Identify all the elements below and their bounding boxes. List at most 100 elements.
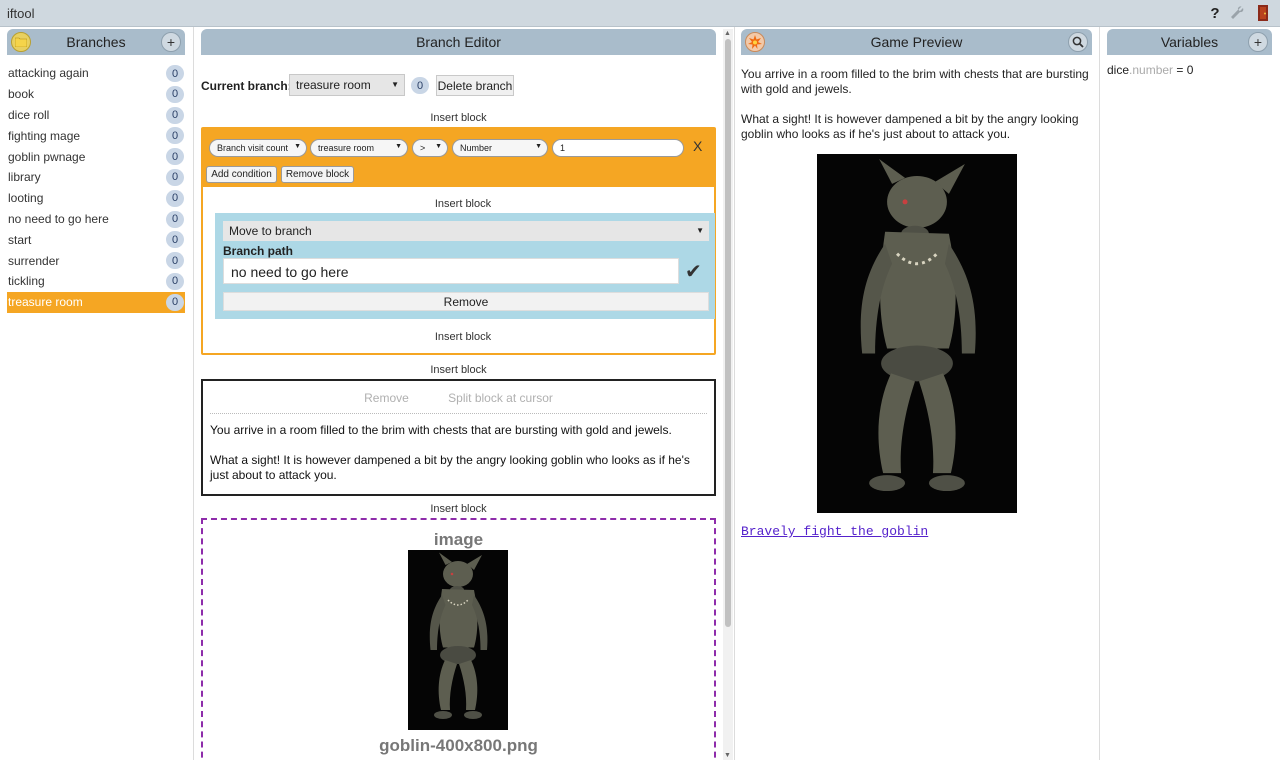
branch-item-label: no need to go here	[8, 211, 109, 226]
scroll-up-icon[interactable]: ▲	[724, 30, 731, 37]
paragraph: What a sight! It is however dampened a b…	[210, 453, 690, 482]
choice-link[interactable]: Bravely fight the goblin	[741, 524, 928, 539]
insert-block-link[interactable]: Insert block	[203, 198, 723, 210]
branch-path-input[interactable]: no need to go here	[223, 258, 679, 284]
branch-item-label: attacking again	[8, 66, 89, 81]
divider	[210, 413, 707, 414]
branch-item[interactable]: looting 0	[7, 188, 185, 209]
branch-item[interactable]: surrender 0	[7, 250, 185, 271]
current-branch-select[interactable]: treasure room ▼	[289, 74, 405, 96]
branch-visit-count: 0	[166, 210, 184, 228]
current-branch-count: 0	[411, 77, 429, 94]
variables-panel: Variables + dice.number = 0	[1100, 27, 1280, 760]
caret-down-icon: ▼	[696, 226, 704, 235]
action-type-select[interactable]: Move to branch ▼	[223, 221, 709, 241]
branch-editor-panel: Branch Editor Current branch: treasure r…	[194, 27, 735, 760]
caret-down-icon: ▼	[391, 80, 399, 89]
condition-value-type-select[interactable]: Number ▼	[452, 139, 548, 157]
condition-type-value: Branch visit count	[217, 143, 289, 153]
insert-block-link[interactable]: Insert block	[194, 112, 723, 124]
scrollbar-thumb[interactable]	[725, 39, 731, 627]
explosion-icon[interactable]	[745, 32, 765, 52]
text-block: Remove Split block at cursor You arrive …	[201, 379, 716, 496]
goblin-image-thumbnail[interactable]	[408, 550, 508, 730]
door-exit-icon[interactable]	[1255, 4, 1271, 22]
text-block-toolbar: Remove Split block at cursor	[203, 391, 714, 405]
checkmark-icon[interactable]: ✔	[685, 259, 702, 284]
condition-type-select[interactable]: Branch visit count ▼	[209, 139, 307, 157]
remove-action-button[interactable]: Remove	[223, 292, 709, 311]
wrench-icon[interactable]	[1228, 4, 1246, 22]
branch-item[interactable]: book 0	[7, 84, 185, 105]
branch-path-label: Branch path	[223, 244, 294, 258]
add-variable-button[interactable]: +	[1248, 32, 1268, 52]
scroll-down-icon[interactable]: ▼	[724, 752, 731, 759]
condition-operator-select[interactable]: > ▼	[412, 139, 448, 157]
branch-item[interactable]: library 0	[7, 167, 185, 188]
variable-name: dice	[1107, 63, 1130, 77]
close-condition-icon[interactable]: X	[693, 138, 702, 154]
caret-down-icon: ▼	[395, 143, 402, 150]
remove-text-button[interactable]: Remove	[364, 391, 409, 405]
branches-header: Branches +	[7, 29, 185, 55]
branch-visit-count: 0	[166, 168, 184, 186]
delete-branch-button[interactable]: Delete branch	[436, 75, 514, 96]
branch-item-label: surrender	[8, 253, 60, 268]
variable-item[interactable]: dice.number = 0	[1107, 63, 1193, 77]
game-preview-panel: Game Preview You arrive in a room filled…	[735, 27, 1100, 760]
image-filename: goblin-400x800.png	[379, 736, 538, 755]
paragraph: You arrive in a room filled to the brim …	[741, 67, 1089, 96]
split-block-button[interactable]: Split block at cursor	[448, 391, 553, 405]
branch-item-label: library	[8, 170, 41, 185]
branch-item-label: dice roll	[8, 107, 50, 122]
text-block-content[interactable]: You arrive in a room filled to the brim …	[210, 423, 707, 498]
branches-title: Branches	[66, 34, 126, 50]
remove-block-button[interactable]: Remove block	[281, 166, 354, 183]
branch-visit-count: 0	[166, 231, 184, 249]
branch-visit-count: 0	[166, 65, 184, 82]
variable-value: = 0	[1173, 63, 1194, 77]
branch-editor-header: Branch Editor	[201, 29, 716, 55]
branch-item[interactable]: tickling 0	[7, 271, 185, 292]
branch-visit-count: 0	[166, 106, 184, 124]
condition-branch-select[interactable]: treasure room ▼	[310, 139, 408, 157]
condition-operator-value: >	[420, 143, 426, 153]
branch-item[interactable]: treasure room 0	[7, 291, 185, 313]
branch-visit-count: 0	[166, 127, 184, 145]
branch-item[interactable]: goblin pwnage 0	[7, 146, 185, 167]
paragraph: You arrive in a room filled to the brim …	[210, 423, 672, 437]
branch-visit-count: 0	[166, 293, 184, 311]
insert-block-link[interactable]: Insert block	[203, 331, 723, 343]
editor-scrollbar[interactable]: ▲ ▼	[723, 29, 733, 760]
variables-header: Variables +	[1107, 29, 1272, 55]
branch-item[interactable]: dice roll 0	[7, 105, 185, 126]
search-icon[interactable]	[1068, 32, 1088, 52]
image-block-title: image	[433, 530, 484, 549]
help-icon[interactable]: ?	[1208, 4, 1222, 22]
variable-type: .number	[1129, 63, 1174, 77]
condition-bar: Branch visit count ▼ treasure room ▼ > ▼ Nu…	[203, 129, 714, 187]
branch-item[interactable]: start 0	[7, 229, 185, 250]
game-preview-header: Game Preview	[741, 29, 1092, 55]
branch-item-label: fighting mage	[8, 128, 81, 143]
move-to-branch-block: Move to branch ▼ Branch path no need to g…	[215, 213, 715, 319]
folder-icon[interactable]	[11, 32, 31, 52]
add-branch-button[interactable]: +	[161, 32, 181, 52]
image-block: image goblin-400x800.png	[201, 518, 716, 760]
top-bar: iftool ?	[0, 0, 1280, 27]
game-preview-title: Game Preview	[870, 34, 963, 50]
condition-value-input[interactable]: 1	[552, 139, 684, 157]
branch-item-label: treasure room	[8, 295, 83, 310]
branch-item-label: tickling	[8, 274, 45, 289]
branch-visit-count: 0	[166, 272, 184, 290]
insert-block-link[interactable]: Insert block	[194, 503, 723, 515]
branch-item-label: goblin pwnage	[8, 149, 86, 164]
current-branch-value: treasure room	[296, 78, 371, 92]
add-condition-button[interactable]: Add condition	[206, 166, 277, 183]
insert-block-link[interactable]: Insert block	[194, 364, 723, 376]
branch-item[interactable]: no need to go here 0	[7, 209, 185, 230]
branch-item[interactable]: fighting mage 0	[7, 125, 185, 146]
branch-visit-count: 0	[166, 85, 184, 103]
branch-item[interactable]: attacking again 0	[7, 63, 185, 84]
action-type-value: Move to branch	[229, 224, 312, 238]
